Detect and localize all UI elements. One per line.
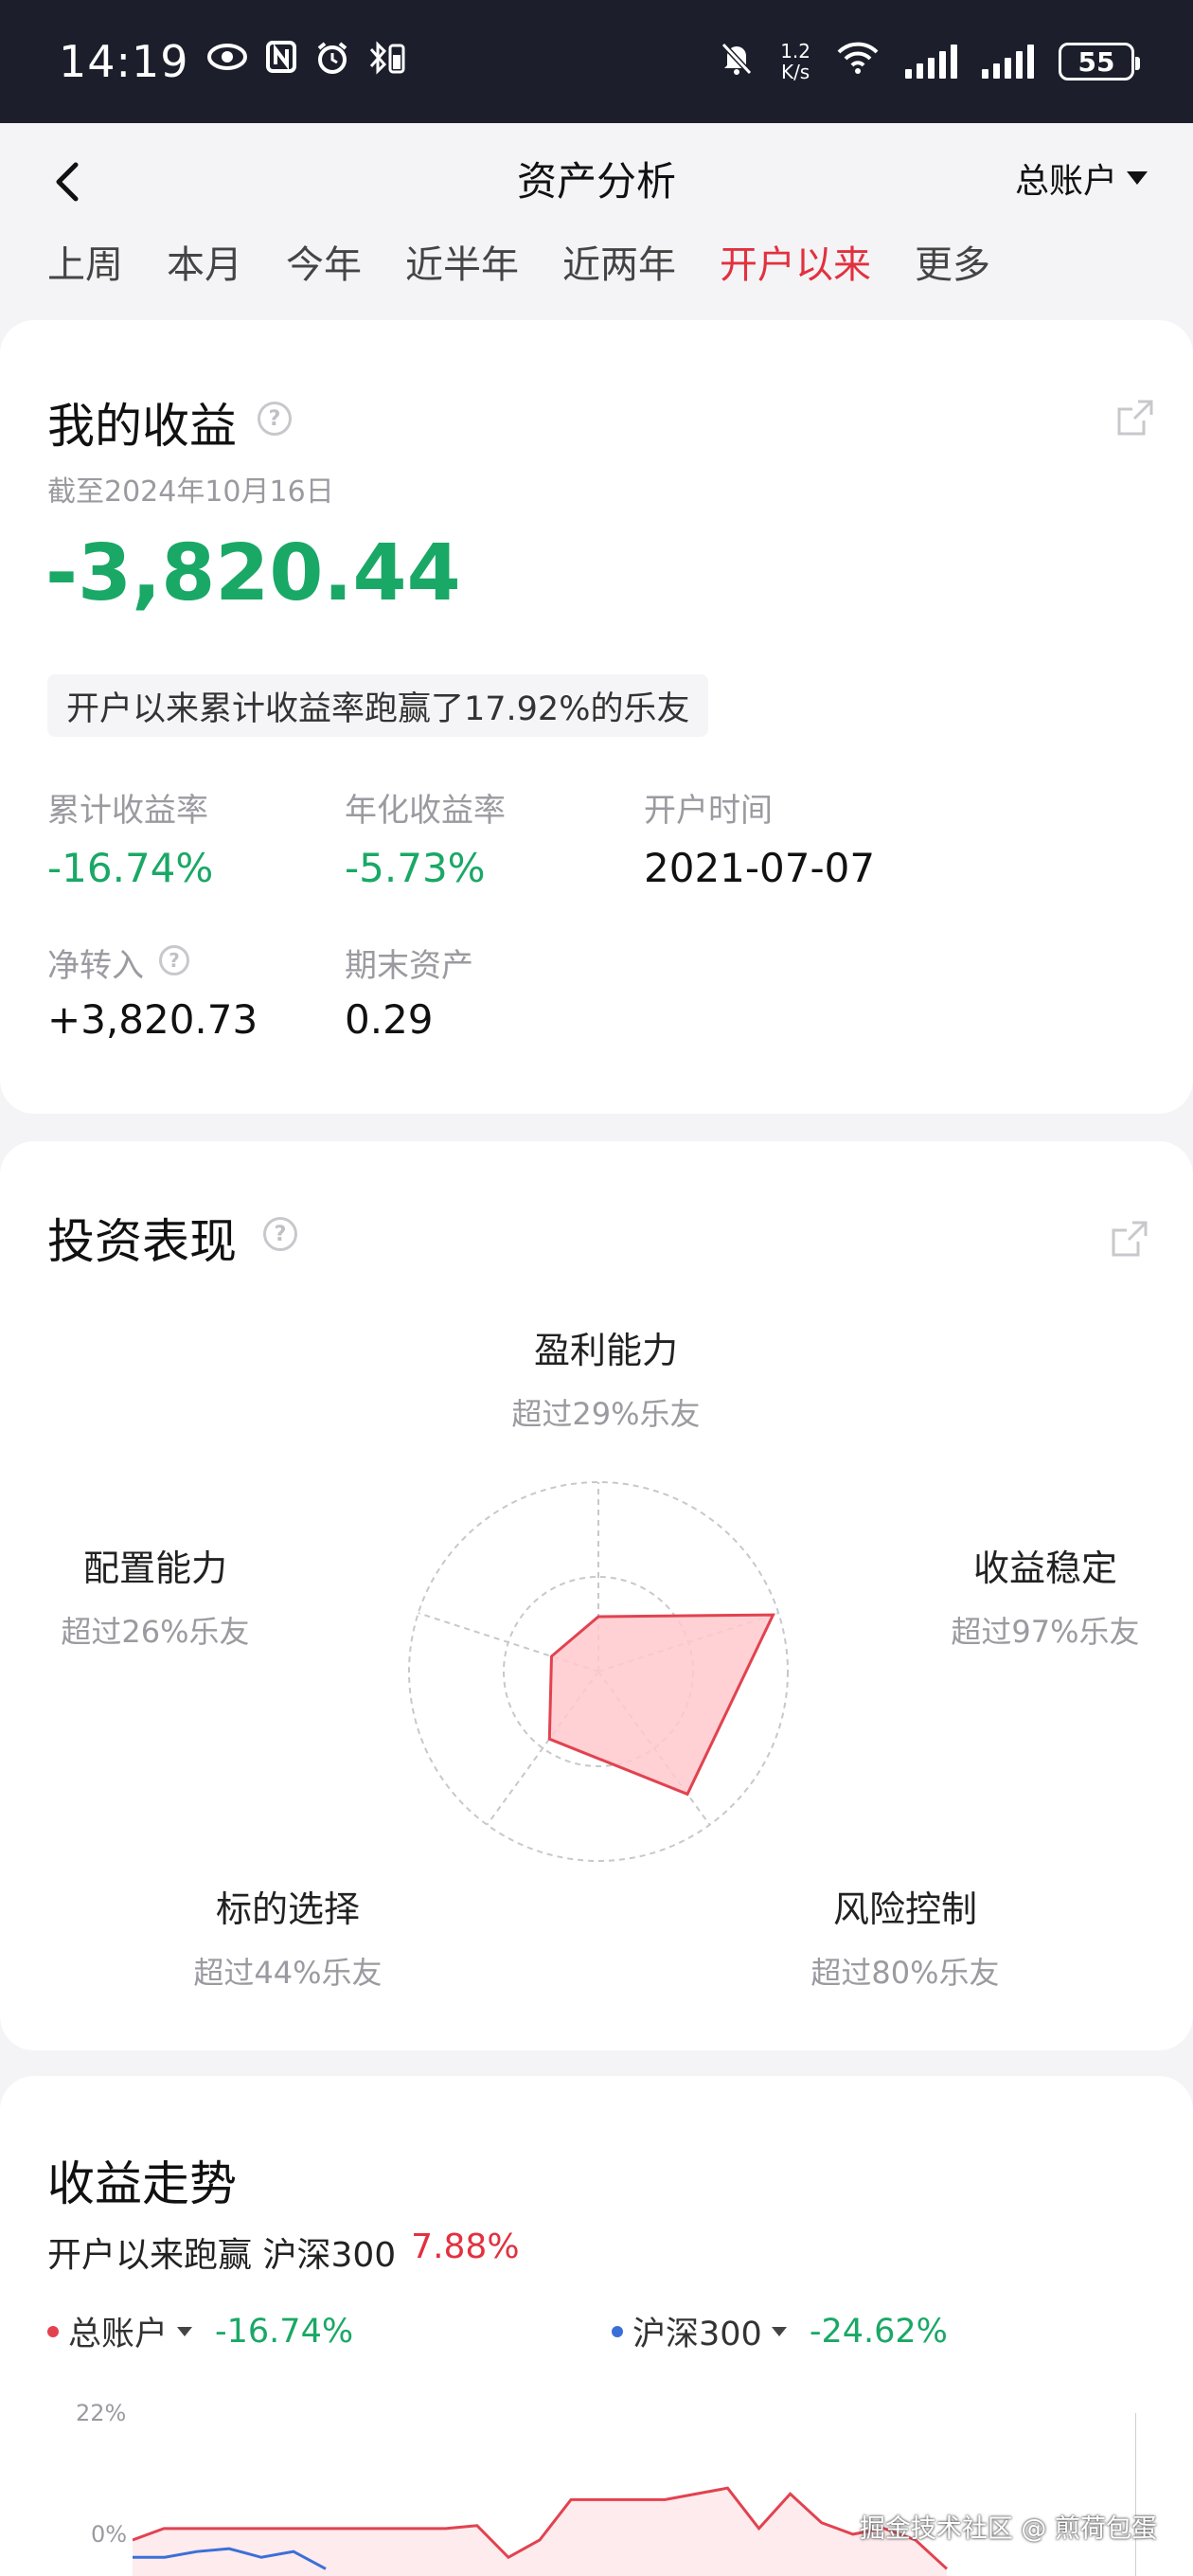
axis-label-allocation: 配置能力 超过26%乐友 [61, 1547, 250, 1650]
legend-account[interactable]: 总账户 -16.74% [47, 2307, 353, 2355]
stat-label-annual-return: 年化收益率 [345, 792, 506, 830]
performance-title: 投资表现 [47, 1214, 237, 1269]
account-selector[interactable]: 总账户 [1015, 153, 1148, 203]
stat-value-annual-return: -5.73% [345, 845, 486, 891]
legend-hs300-value: -24.62% [809, 2312, 948, 2351]
trend-line-chart [133, 2413, 1136, 2576]
trend-compare-value: 7.88% [411, 2227, 520, 2266]
tab-last-week[interactable]: 上周 [47, 237, 123, 303]
net-speed: 1.2 K/s [780, 40, 810, 83]
watermark: 掘金技术社区 @ 煎荷包蛋 [859, 2514, 1157, 2544]
y-tick-top: 22% [76, 2400, 127, 2426]
axis-label-selection: 标的选择 超过44%乐友 [193, 1888, 383, 1991]
beat-text: 开户以来累计收益率跑赢了17.92%的乐友 [66, 689, 690, 728]
caret-down-icon [1127, 171, 1148, 185]
stat-value-net-transfer: +3,820.73 [47, 996, 258, 1043]
alarm-icon [314, 40, 350, 84]
tab-since-opening[interactable]: 开户以来 [720, 237, 871, 303]
status-time: 14:19 [59, 36, 189, 87]
stat-value-cum-return: -16.74% [47, 845, 214, 891]
performance-share-icon[interactable] [1110, 1219, 1149, 1259]
tab-more[interactable]: 更多 [915, 237, 990, 303]
account-label: 总账户 [1014, 162, 1117, 201]
signal-icon-2 [982, 45, 1034, 79]
tab-half-year[interactable]: 近半年 [405, 237, 519, 303]
stat-label-open-date: 开户时间 [644, 792, 773, 830]
earnings-card: 我的收益 ? 截至2024年10月16日 -3,820.44 开户以来累计收益率… [0, 320, 1193, 1114]
stat-label-cum-return: 累计收益率 [47, 792, 208, 830]
y-tick-zero: 0% [91, 2521, 128, 2548]
nav-header: 资产分析 总账户 [0, 123, 1193, 237]
signal-icon-1 [905, 45, 957, 79]
legend-dot-red [47, 2325, 59, 2337]
radar-shape [547, 1613, 775, 1797]
trend-compare-label: 开户以来跑赢 沪深300 [47, 2236, 397, 2275]
net-transfer-help-icon[interactable]: ? [159, 945, 189, 975]
legend-caret-icon [771, 2326, 787, 2336]
trend-compare: 开户以来跑赢 沪深300 7.88% [47, 2227, 520, 2277]
legend-hs300-name: 沪深300 [632, 2316, 762, 2353]
tab-this-month[interactable]: 本月 [167, 237, 242, 303]
legend-account-value: -16.74% [215, 2312, 354, 2351]
bell-muted-icon [718, 39, 756, 85]
eye-icon [206, 40, 248, 84]
legend-caret-icon [177, 2326, 193, 2336]
axis-label-profit: 盈利能力 超过29%乐友 [511, 1330, 701, 1432]
trend-title: 收益走势 [47, 2156, 237, 2211]
as-of-date: 截至2024年10月16日 [47, 475, 334, 509]
period-tabs: 上周 本月 今年 近半年 近两年 开户以来 更多 [47, 237, 1034, 303]
trend-card: 收益走势 开户以来跑赢 沪深300 7.88% 总账户 -16.74% 沪深30… [0, 2076, 1193, 2576]
performance-card: 投资表现 ? 盈利能力 超过29%乐友 收益稳定 超过97%乐友 风险控制 超过… [0, 1141, 1193, 2050]
share-icon[interactable] [1115, 398, 1155, 438]
beat-banner: 开户以来累计收益率跑赢了17.92%的乐友 [47, 674, 709, 737]
tab-two-years[interactable]: 近两年 [562, 237, 676, 303]
stat-value-open-date: 2021-07-07 [644, 845, 876, 891]
status-left-icons [206, 40, 409, 84]
status-right-icons: 1.2 K/s 55 [718, 39, 1140, 85]
radar-chart [408, 1481, 789, 1862]
performance-help-icon[interactable]: ? [263, 1217, 297, 1251]
earnings-amount: -3,820.44 [45, 528, 461, 618]
series-area-account [133, 2488, 947, 2576]
stat-label-net-transfer: 净转入 [47, 947, 144, 985]
status-bar: 14:19 1.2 K/s 55 [0, 0, 1193, 123]
stat-label-end-assets: 期末资产 [345, 947, 473, 985]
battery-icon: 55 [1059, 43, 1140, 80]
axis-label-stability: 收益稳定 超过97%乐友 [951, 1547, 1140, 1650]
help-icon[interactable]: ? [258, 402, 292, 436]
axis-label-risk: 风险控制 超过80%乐友 [810, 1888, 1000, 1991]
nfc-icon [265, 40, 297, 84]
legend-account-name: 总账户 [68, 2316, 169, 2353]
stat-value-end-assets: 0.29 [345, 996, 434, 1043]
tab-this-year[interactable]: 今年 [286, 237, 362, 303]
bluetooth-battery-icon [367, 40, 409, 84]
earnings-title: 我的收益 [47, 399, 237, 454]
legend-hs300[interactable]: 沪深300 -24.62% [612, 2307, 948, 2355]
legend-dot-blue [612, 2325, 623, 2337]
wifi-icon [835, 39, 881, 85]
